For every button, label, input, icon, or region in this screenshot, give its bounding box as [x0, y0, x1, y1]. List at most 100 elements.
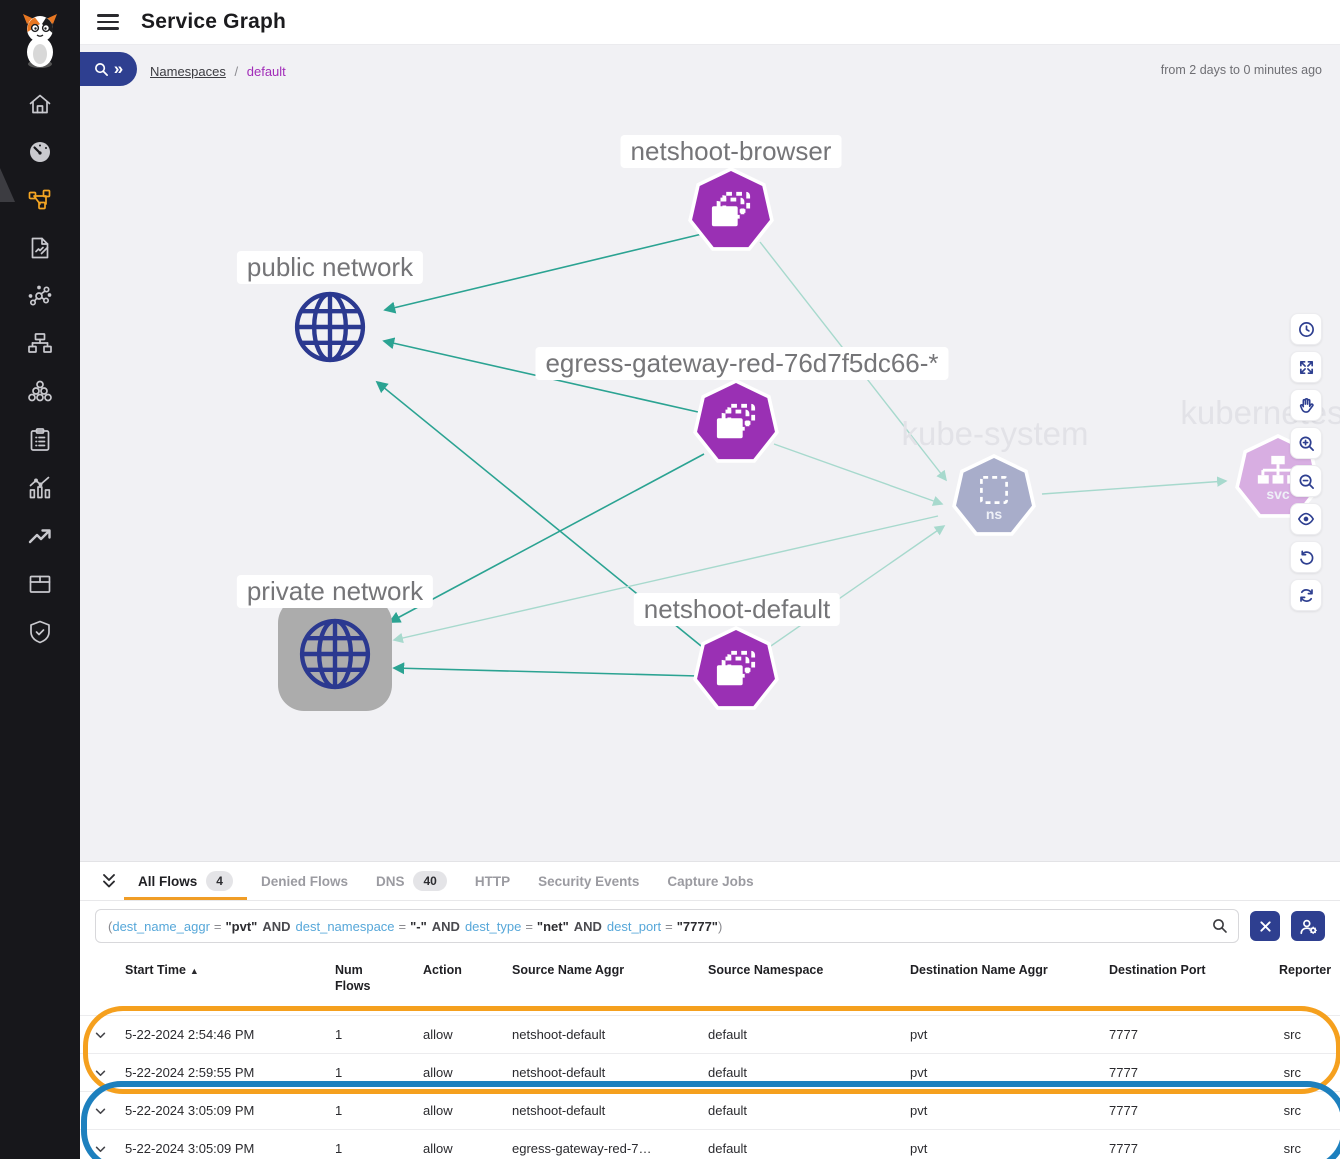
molecule-icon — [27, 283, 53, 309]
column-label: Destination Name Aggr — [910, 963, 1048, 977]
column-label: Destination Port — [1109, 963, 1206, 977]
zoom-out-icon — [1298, 473, 1315, 490]
visibility-button[interactable] — [1290, 503, 1322, 535]
column-header-destination-port[interactable]: Destination Port — [1109, 963, 1279, 979]
double-chevron-down-icon — [100, 873, 118, 889]
query-token: ) — [718, 919, 722, 934]
column-header-source-name-aggr[interactable]: Source Name Aggr — [512, 963, 708, 979]
breadcrumb-current: default — [247, 64, 286, 79]
sidebar-item-dashboard[interactable] — [0, 128, 80, 176]
column-header-num-flows[interactable]: Num Flows — [335, 963, 423, 994]
row-expand-chevron[interactable] — [95, 1027, 125, 1042]
expand-chevrons-icon: » — [114, 60, 123, 77]
node-private-network[interactable] — [278, 597, 392, 711]
sort-ascending-icon: ▲ — [190, 966, 199, 976]
column-header-reporter[interactable]: Reporter — [1279, 963, 1340, 979]
search-icon[interactable] — [1212, 918, 1228, 934]
fit-screen-icon — [1298, 359, 1315, 376]
breadcrumb-namespaces-link[interactable]: Namespaces — [150, 64, 226, 79]
table-row[interactable]: 5-22-2024 2:59:55 PM 1 allow netshoot-de… — [80, 1053, 1340, 1091]
graph-toolbar — [1290, 313, 1322, 611]
calico-cat-logo[interactable] — [15, 8, 65, 74]
cell-source-namespace: default — [708, 1065, 910, 1080]
column-label: Num Flows — [335, 963, 381, 994]
tab-badge: 40 — [413, 871, 446, 891]
refresh-button[interactable] — [1290, 579, 1322, 611]
sidebar-item-packages[interactable] — [0, 560, 80, 608]
undo-button[interactable] — [1290, 541, 1322, 573]
tab-http[interactable]: HTTP — [461, 862, 524, 900]
cell-num-flows: 1 — [335, 1027, 423, 1042]
hand-icon — [1298, 397, 1314, 413]
sidebar-item-trends[interactable] — [0, 512, 80, 560]
replicaset-icon — [713, 402, 759, 444]
sidebar — [0, 0, 80, 1159]
query-value: "net" — [537, 919, 569, 934]
cell-destination-port: 7777 — [1109, 1027, 1279, 1042]
clear-filter-button[interactable] — [1250, 911, 1280, 941]
row-expand-chevron[interactable] — [95, 1103, 125, 1118]
query-field: dest_port — [607, 919, 661, 934]
tab-dns[interactable]: DNS 40 — [362, 862, 461, 900]
graph-search-pill[interactable]: » — [80, 52, 137, 86]
query-and: AND — [574, 919, 602, 934]
row-expand-chevron[interactable] — [95, 1065, 125, 1080]
cell-destination-port: 7777 — [1109, 1103, 1279, 1118]
table-row[interactable]: 5-22-2024 3:05:09 PM 1 allow netshoot-de… — [80, 1091, 1340, 1129]
cell-source-name: egress-gateway-red-7… — [512, 1141, 708, 1156]
node-label-public-network: public network — [237, 251, 423, 284]
node-egress-gateway[interactable] — [692, 379, 780, 467]
sidebar-item-statistics[interactable] — [0, 464, 80, 512]
fit-screen-button[interactable] — [1290, 351, 1322, 383]
cell-source-name: netshoot-default — [512, 1065, 708, 1080]
column-header-source-namespace[interactable]: Source Namespace — [708, 963, 910, 979]
sidebar-item-compliance[interactable] — [0, 416, 80, 464]
page-title: Service Graph — [141, 10, 286, 34]
node-public-network[interactable] — [291, 288, 369, 371]
tab-denied-flows[interactable]: Denied Flows — [247, 862, 362, 900]
collapse-panel-button[interactable] — [94, 862, 124, 900]
column-label: Reporter — [1279, 963, 1331, 977]
sidebar-item-network-topology[interactable] — [0, 320, 80, 368]
sidebar-item-cluster[interactable] — [0, 368, 80, 416]
table-row[interactable]: 5-22-2024 3:05:09 PM 1 allow egress-gate… — [80, 1129, 1340, 1159]
sidebar-item-service-graph[interactable] — [0, 176, 80, 224]
user-gear-icon — [1299, 918, 1318, 935]
zoom-in-button[interactable] — [1290, 427, 1322, 459]
column-header-destination-name-aggr[interactable]: Destination Name Aggr — [910, 963, 1109, 979]
column-label: Source Namespace — [708, 963, 823, 977]
sidebar-item-policies[interactable] — [0, 224, 80, 272]
pan-button[interactable] — [1290, 389, 1322, 421]
cell-destination-name: pvt — [910, 1141, 1109, 1156]
table-row[interactable]: 5-22-2024 2:54:46 PM 1 allow netshoot-de… — [80, 1015, 1340, 1053]
cell-reporter: src — [1279, 1103, 1325, 1118]
sidebar-item-home[interactable] — [0, 80, 80, 128]
service-graph-canvas[interactable]: » Namespaces / default from 2 days to 0 … — [80, 44, 1340, 862]
node-kube-system[interactable]: ns — [951, 454, 1037, 540]
tab-label: Capture Jobs — [667, 874, 753, 889]
sidebar-item-connections[interactable] — [0, 272, 80, 320]
tab-capture-jobs[interactable]: Capture Jobs — [653, 862, 767, 900]
search-icon — [94, 62, 109, 77]
filter-query-input[interactable]: (dest_name_aggr="pvt"ANDdest_namespace="… — [95, 909, 1239, 943]
hamburger-menu-icon[interactable] — [97, 10, 119, 34]
column-settings-button[interactable] — [1291, 911, 1325, 941]
clipboard-icon — [27, 427, 53, 453]
cell-source-namespace: default — [708, 1027, 910, 1042]
cell-source-namespace: default — [708, 1141, 910, 1156]
zoom-out-button[interactable] — [1290, 465, 1322, 497]
node-netshoot-default[interactable] — [692, 626, 780, 714]
query-value: "-" — [410, 919, 427, 934]
time-button[interactable] — [1290, 313, 1322, 345]
node-netshoot-browser[interactable] — [687, 167, 775, 255]
namespace-icon — [976, 472, 1012, 508]
tab-all-flows[interactable]: All Flows 4 — [124, 862, 247, 900]
row-expand-chevron[interactable] — [95, 1141, 125, 1156]
tab-label: All Flows — [138, 874, 197, 889]
tab-security-events[interactable]: Security Events — [524, 862, 653, 900]
column-header-start-time[interactable]: Start Time▲ — [125, 963, 335, 979]
sidebar-item-security[interactable] — [0, 608, 80, 656]
column-header-action[interactable]: Action — [423, 963, 512, 979]
service-graph-icon — [27, 187, 53, 213]
node-label-private-network: private network — [237, 575, 433, 608]
